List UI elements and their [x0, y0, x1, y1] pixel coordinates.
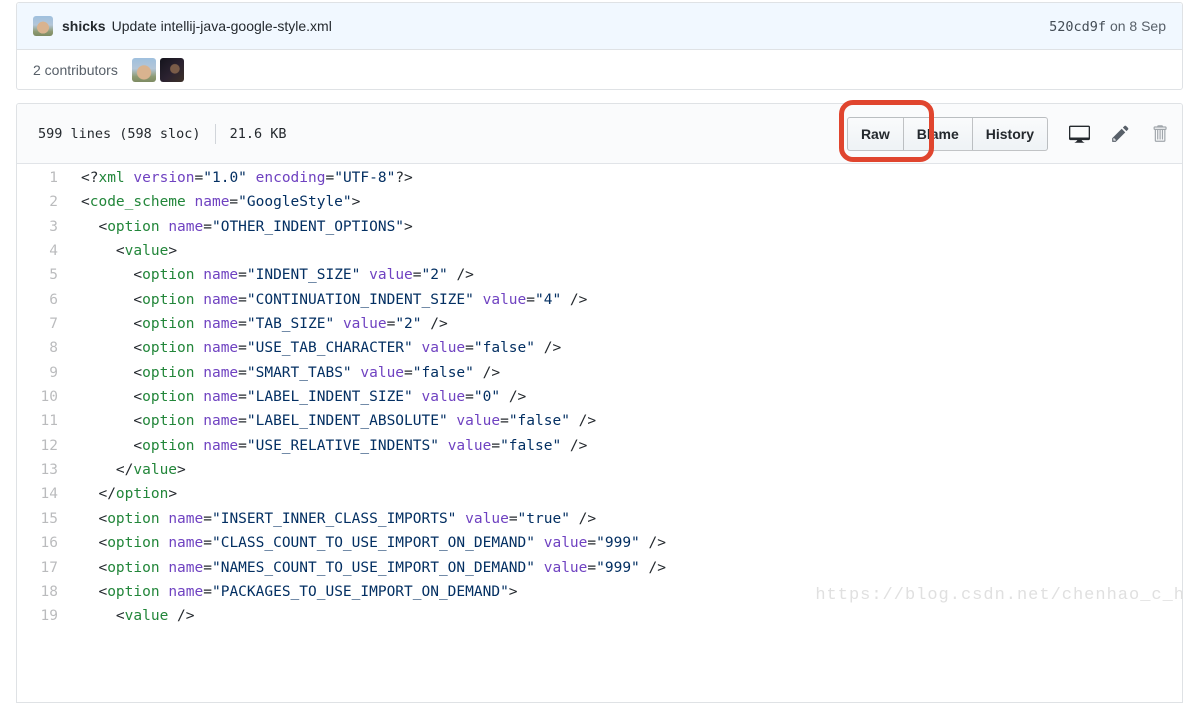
code-line-text: <option name="SMART_TABS" value="false" …: [58, 361, 500, 385]
commit-hash-link[interactable]: 520cd9f: [1049, 19, 1106, 35]
code-line-text: <option name="NAMES_COUNT_TO_USE_IMPORT_…: [58, 556, 666, 580]
code-line-text: <option name="TAB_SIZE" value="2" />: [58, 312, 448, 336]
line-number[interactable]: 13: [17, 458, 58, 482]
code-line-text: <option name="USE_TAB_CHARACTER" value="…: [58, 336, 561, 360]
info-divider: [215, 124, 216, 144]
history-button[interactable]: History: [973, 117, 1048, 151]
line-number[interactable]: 3: [17, 215, 58, 239]
code-line-text: <?xml version="1.0" encoding="UTF-8"?>: [58, 166, 413, 190]
line-number[interactable]: 8: [17, 336, 58, 360]
file-info: 599 lines (598 sloc) 21.6 KB: [38, 124, 286, 144]
code-line: 5 <option name="INDENT_SIZE" value="2" /…: [17, 263, 1182, 287]
code-line: 6 <option name="CONTINUATION_INDENT_SIZE…: [17, 288, 1182, 312]
line-number[interactable]: 14: [17, 482, 58, 506]
contributor-avatars: [132, 58, 184, 82]
line-number[interactable]: 12: [17, 434, 58, 458]
commit-box: shicks Update intellij-java-google-style…: [16, 2, 1183, 90]
line-number[interactable]: 1: [17, 166, 58, 190]
code-line-text: <option name="USE_RELATIVE_INDENTS" valu…: [58, 434, 587, 458]
code-line: 17 <option name="NAMES_COUNT_TO_USE_IMPO…: [17, 556, 1182, 580]
code-line: 9 <option name="SMART_TABS" value="false…: [17, 361, 1182, 385]
contributor-avatar-1[interactable]: [132, 58, 156, 82]
line-number[interactable]: 17: [17, 556, 58, 580]
trash-icon: [1151, 124, 1168, 143]
line-number[interactable]: 11: [17, 409, 58, 433]
code-line: 10 <option name="LABEL_INDENT_SIZE" valu…: [17, 385, 1182, 409]
line-number[interactable]: 4: [17, 239, 58, 263]
blame-button[interactable]: Blame: [904, 117, 973, 151]
code-line-text: <option name="INSERT_INNER_CLASS_IMPORTS…: [58, 507, 596, 531]
commit-message[interactable]: Update intellij-java-google-style.xml: [112, 18, 332, 34]
code-line: 8 <option name="USE_TAB_CHARACTER" value…: [17, 336, 1182, 360]
code-line: 3 <option name="OTHER_INDENT_OPTIONS">: [17, 215, 1182, 239]
author-avatar[interactable]: [33, 16, 53, 36]
file-size: 21.6 KB: [230, 126, 287, 142]
line-number[interactable]: 10: [17, 385, 58, 409]
raw-button[interactable]: Raw: [847, 117, 904, 151]
code-line-text: <option name="INDENT_SIZE" value="2" />: [58, 263, 474, 287]
line-number[interactable]: 2: [17, 190, 58, 214]
contributors-link[interactable]: 2 contributors: [33, 62, 118, 78]
code-line: 4 <value>: [17, 239, 1182, 263]
line-number[interactable]: 7: [17, 312, 58, 336]
device-desktop-icon: [1069, 123, 1090, 144]
code-line: 14 </option>: [17, 482, 1182, 506]
code-line: 1<?xml version="1.0" encoding="UTF-8"?>: [17, 166, 1182, 190]
edit-file-button[interactable]: [1111, 124, 1130, 143]
lines-info: 599 lines (598 sloc): [38, 126, 201, 142]
blob-button-group: Raw Blame History: [847, 117, 1048, 151]
code-table: 1<?xml version="1.0" encoding="UTF-8"?>2…: [17, 164, 1182, 629]
code-line: 13 </value>: [17, 458, 1182, 482]
code-line: 2<code_scheme name="GoogleStyle">: [17, 190, 1182, 214]
code-line-text: <value />: [58, 604, 195, 628]
line-number[interactable]: 15: [17, 507, 58, 531]
line-number[interactable]: 18: [17, 580, 58, 604]
contributors-row: 2 contributors: [17, 49, 1182, 89]
code-line-text: <value>: [58, 239, 177, 263]
code-line: 12 <option name="USE_RELATIVE_INDENTS" v…: [17, 434, 1182, 458]
code-line-text: <option name="CLASS_COUNT_TO_USE_IMPORT_…: [58, 531, 666, 555]
line-number[interactable]: 9: [17, 361, 58, 385]
line-number[interactable]: 19: [17, 604, 58, 628]
file-box: 599 lines (598 sloc) 21.6 KB Raw Blame H…: [16, 103, 1183, 703]
line-number[interactable]: 6: [17, 288, 58, 312]
code-line: 16 <option name="CLASS_COUNT_TO_USE_IMPO…: [17, 531, 1182, 555]
file-actions: Raw Blame History: [847, 117, 1168, 151]
commit-author[interactable]: shicks: [62, 18, 106, 34]
display-rich-diff-button[interactable]: [1069, 123, 1090, 144]
latest-commit-bar: shicks Update intellij-java-google-style…: [17, 3, 1182, 49]
file-header: 599 lines (598 sloc) 21.6 KB Raw Blame H…: [17, 104, 1182, 164]
code-line-text: </option>: [58, 482, 177, 506]
code-line-text: <code_scheme name="GoogleStyle">: [58, 190, 360, 214]
code-line: 11 <option name="LABEL_INDENT_ABSOLUTE" …: [17, 409, 1182, 433]
code-line: 15 <option name="INSERT_INNER_CLASS_IMPO…: [17, 507, 1182, 531]
code-line-text: <option name="CONTINUATION_INDENT_SIZE" …: [58, 288, 587, 312]
contributor-avatar-2[interactable]: [160, 58, 184, 82]
commit-meta: 520cd9f on 8 Sep: [1049, 18, 1166, 35]
code-line-text: <option name="PACKAGES_TO_USE_IMPORT_ON_…: [58, 580, 518, 604]
line-number[interactable]: 5: [17, 263, 58, 287]
code-line-text: <option name="LABEL_INDENT_SIZE" value="…: [58, 385, 526, 409]
code-line: 18 <option name="PACKAGES_TO_USE_IMPORT_…: [17, 580, 1182, 604]
delete-file-button[interactable]: [1151, 124, 1168, 143]
code-line-text: </value>: [58, 458, 186, 482]
code-line-text: <option name="OTHER_INDENT_OPTIONS">: [58, 215, 413, 239]
commit-date: on 8 Sep: [1106, 18, 1166, 34]
code-line: 19 <value />: [17, 604, 1182, 628]
line-number[interactable]: 16: [17, 531, 58, 555]
code-line: 7 <option name="TAB_SIZE" value="2" />: [17, 312, 1182, 336]
code-line-text: <option name="LABEL_INDENT_ABSOLUTE" val…: [58, 409, 596, 433]
pencil-icon: [1111, 124, 1130, 143]
